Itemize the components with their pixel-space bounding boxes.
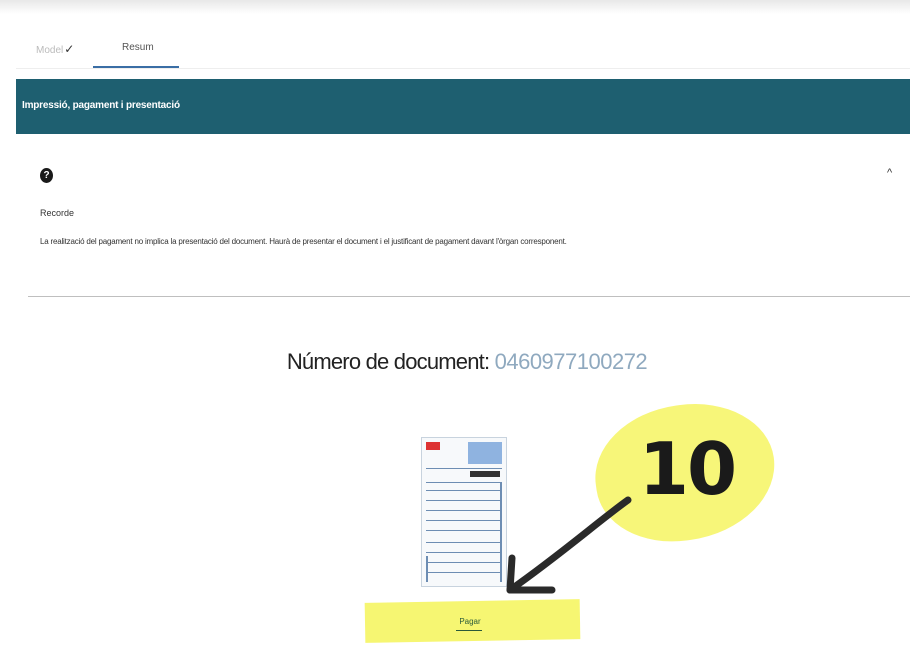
pay-button-label: Pagar <box>459 616 481 626</box>
pay-button[interactable]: Pagar <box>420 606 520 636</box>
annotation-arrow-icon <box>506 496 632 594</box>
